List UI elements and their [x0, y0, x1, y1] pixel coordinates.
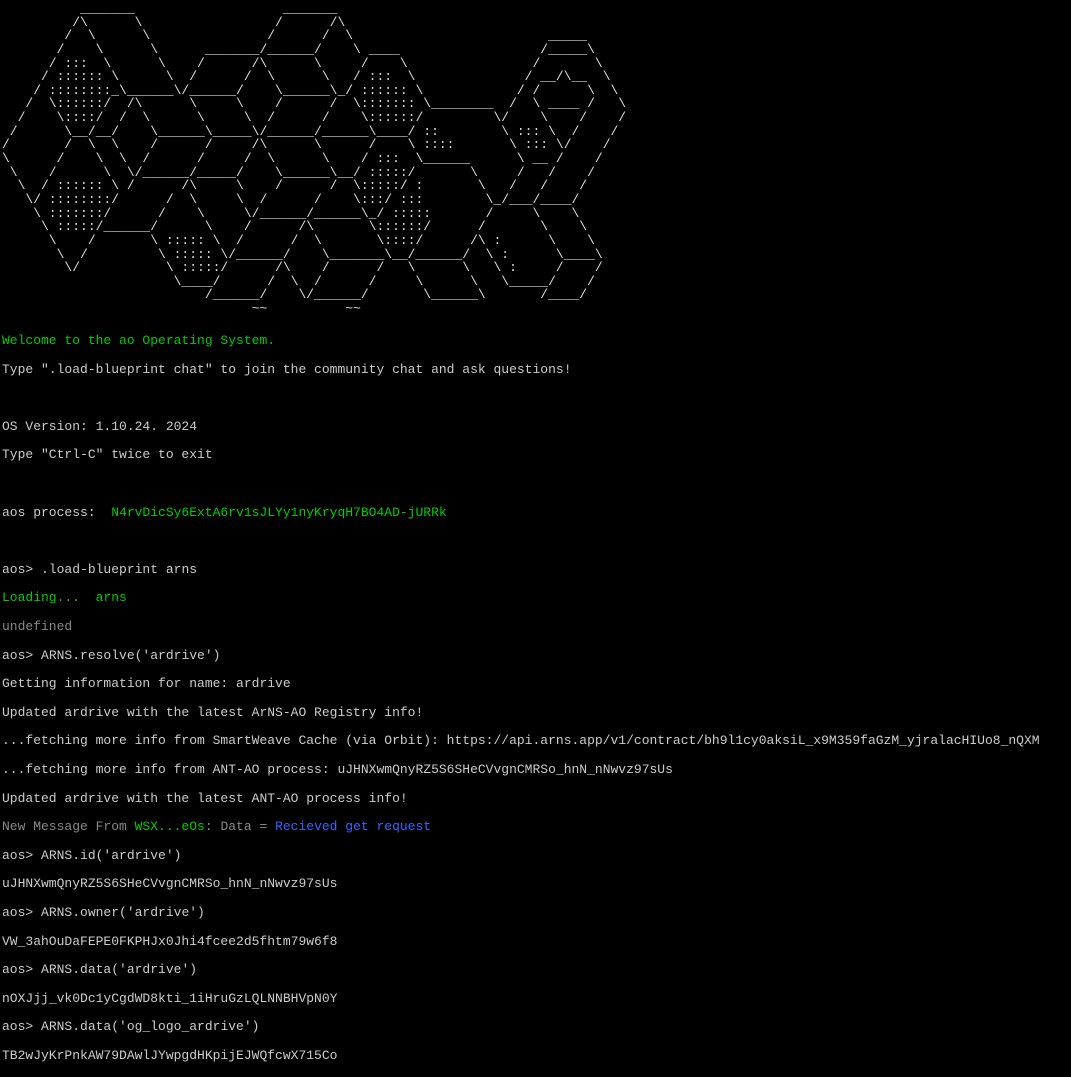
cmd-data2: ARNS.data('og_logo_ardrive') [41, 1019, 259, 1034]
undefined-line: undefined [2, 620, 1069, 634]
cmd-data2-line: aos> ARNS.data('og_logo_ardrive') [2, 1020, 1069, 1034]
terminal-output[interactable]: Welcome to the ao Operating System. Type… [2, 320, 1069, 1077]
fetch-ant: ...fetching more info from ANT-AO proces… [2, 763, 1069, 777]
loading-label: Loading... [2, 590, 96, 605]
fetch-orbit: ...fetching more info from SmartWeave Ca… [2, 734, 1069, 748]
cmd-owner-line: aos> ARNS.owner('ardrive') [2, 906, 1069, 920]
ascii-logo: _______ _______ /\ \ / /\ / \ \ / / \ __… [2, 2, 1069, 316]
updated-ant: Updated ardrive with the latest ANT-AO p… [2, 792, 1069, 806]
exit-hint: Type "Ctrl-C" twice to exit [2, 448, 1069, 462]
prompt: aos> [2, 848, 41, 863]
updated-registry: Updated ardrive with the latest ArNS-AO … [2, 706, 1069, 720]
msg-data-label: : Data = [205, 819, 275, 834]
result-data1: nOXJjj_vk0Dc1yCgdWD8kti_1iHruGzLQLNNBHVp… [2, 992, 1069, 1006]
process-label: aos process: [2, 505, 111, 520]
prompt: aos> [2, 962, 41, 977]
welcome-line: Welcome to the ao Operating System. [2, 334, 1069, 348]
msg-prefix: New Message From [2, 819, 135, 834]
result-id: uJHNXwmQnyRZ5S6SHeCVvgnCMRSo_hnN_nNwvz97… [2, 877, 1069, 891]
cmd-load-line: aos> .load-blueprint arns [2, 563, 1069, 577]
cmd-resolve: ARNS.resolve('ardrive') [41, 648, 220, 663]
getting-info: Getting information for name: ardrive [2, 677, 1069, 691]
new-message-line: New Message From WSX...eOs: Data = Recie… [2, 820, 1069, 834]
cmd-load: .load-blueprint arns [41, 562, 197, 577]
cmd-data1-line: aos> ARNS.data('ardrive') [2, 963, 1069, 977]
msg-from: WSX...eOs [135, 819, 205, 834]
cmd-data1: ARNS.data('ardrive') [41, 962, 197, 977]
cmd-id-line: aos> ARNS.id('ardrive') [2, 849, 1069, 863]
welcome-hint: Type ".load-blueprint chat" to join the … [2, 363, 1069, 377]
os-version: OS Version: 1.10.24. 2024 [2, 420, 1069, 434]
prompt: aos> [2, 1019, 41, 1034]
msg-data: Recieved get request [275, 819, 431, 834]
process-id: N4rvDicSy6ExtA6rv1sJLYy1nyKryqH7BO4AD-jU… [111, 505, 446, 520]
prompt: aos> [2, 905, 41, 920]
result-data2: TB2wJyKrPnkAW79DAwlJYwpgdHKpijEJWQfcwX71… [2, 1049, 1069, 1063]
cmd-id: ARNS.id('ardrive') [41, 848, 181, 863]
process-line: aos process: N4rvDicSy6ExtA6rv1sJLYy1nyK… [2, 506, 1069, 520]
cmd-resolve-line: aos> ARNS.resolve('ardrive') [2, 649, 1069, 663]
prompt: aos> [2, 648, 41, 663]
loading-line: Loading... arns [2, 591, 1069, 605]
loading-target: arns [96, 590, 127, 605]
cmd-owner: ARNS.owner('ardrive') [41, 905, 205, 920]
prompt: aos> [2, 562, 41, 577]
result-owner: VW_3ahOuDaFEPE0FKPHJx0Jhi4fcee2d5fhtm79w… [2, 935, 1069, 949]
